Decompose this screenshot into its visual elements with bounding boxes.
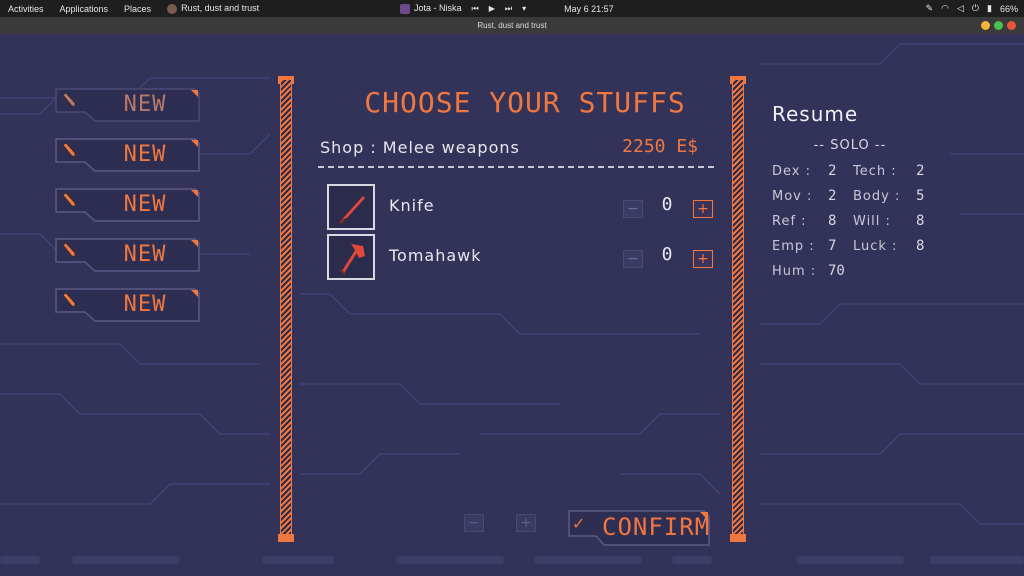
slot-label: NEW	[123, 242, 167, 267]
stat-value-tech: 2	[916, 163, 925, 179]
character-slot-2[interactable]: NEW	[55, 138, 200, 172]
resume-heading: Resume	[772, 102, 859, 126]
stat-label-body: Body :	[853, 189, 901, 204]
stat-value-will: 8	[916, 213, 925, 229]
pencil-icon	[62, 142, 76, 157]
right-striped-pillar	[732, 80, 744, 538]
shop-item-tomahawk: Tomahawk − 0 +	[327, 234, 719, 280]
page-decrease-button[interactable]: −	[464, 514, 484, 532]
stat-value-body: 5	[916, 188, 925, 204]
stat-value-ref: 8	[828, 213, 837, 229]
bottom-decor-strips	[0, 556, 1024, 564]
clock[interactable]: May 6 21:57	[564, 4, 614, 14]
battery-icon: ▮	[987, 3, 992, 13]
stat-value-hum: 70	[828, 263, 845, 279]
system-top-bar: Activities Applications Places Rust, dus…	[0, 0, 1024, 17]
tomahawk-icon	[340, 244, 365, 275]
pen-icon[interactable]: ✎	[926, 3, 934, 14]
item-icon-box	[327, 184, 375, 230]
checkmark-icon: ✓	[572, 514, 586, 533]
power-icon[interactable]: ⏻	[972, 3, 979, 14]
page-increase-button[interactable]: +	[516, 514, 536, 532]
media-title: Jota - Niska	[414, 3, 462, 14]
item-quantity: 0	[661, 194, 673, 215]
volume-icon[interactable]: ◁	[957, 3, 964, 14]
right-pillar-bottom-cap	[730, 534, 746, 542]
pencil-icon	[62, 242, 76, 257]
close-button[interactable]	[1007, 21, 1016, 30]
play-icon[interactable]: ▶	[489, 4, 495, 13]
increase-quantity-button[interactable]: +	[693, 250, 713, 268]
pencil-icon	[62, 292, 76, 307]
stat-value-luck: 8	[916, 238, 925, 254]
left-striped-pillar	[280, 80, 292, 538]
slot-label: NEW	[123, 92, 167, 117]
minimize-button[interactable]	[981, 21, 990, 30]
app-icon	[167, 3, 178, 14]
stat-value-mov: 2	[828, 188, 837, 204]
decrease-quantity-button[interactable]: −	[623, 200, 643, 218]
shop-item-knife: Knife − 0 +	[327, 184, 719, 230]
maximize-button[interactable]	[994, 21, 1003, 30]
stat-value-emp: 7	[828, 238, 837, 254]
battery-level: 66%	[999, 3, 1018, 14]
shop-category: Shop : Melee weapons	[320, 138, 520, 157]
stat-value-dex: 2	[828, 163, 837, 179]
character-slot-4[interactable]: NEW	[55, 238, 200, 272]
next-track-icon[interactable]: ⏭	[505, 4, 512, 14]
item-icon-box	[327, 234, 375, 280]
places-menu[interactable]: Places	[116, 4, 159, 14]
stat-label-hum: Hum :	[772, 264, 817, 279]
character-role: -- SOLO --	[813, 138, 887, 153]
increase-quantity-button[interactable]: +	[693, 200, 713, 218]
divider	[318, 166, 714, 168]
window-title: Rust, dust and trust	[477, 21, 547, 30]
applications-menu[interactable]: Applications	[52, 4, 117, 14]
window-title-bar: Rust, dust and trust	[0, 17, 1024, 34]
stat-label-tech: Tech :	[853, 164, 897, 179]
slot-label: NEW	[123, 192, 167, 217]
stat-label-ref: Ref :	[772, 214, 807, 229]
player-money: 2250 E$	[622, 136, 698, 157]
pencil-icon	[62, 92, 76, 107]
character-slot-3[interactable]: NEW	[55, 188, 200, 222]
decrease-quantity-button[interactable]: −	[623, 250, 643, 268]
slot-label: NEW	[123, 142, 167, 167]
stat-label-dex: Dex :	[772, 164, 811, 179]
item-quantity: 0	[661, 244, 673, 265]
confirm-button[interactable]: ✓ CONFIRM	[568, 510, 710, 546]
character-slot-5[interactable]: NEW	[55, 288, 200, 322]
item-name: Knife	[389, 196, 435, 215]
stat-label-emp: Emp :	[772, 239, 815, 254]
confirm-label: CONFIRM	[602, 513, 711, 541]
music-icon	[400, 3, 410, 14]
knife-icon	[339, 196, 365, 224]
shop-heading: CHOOSE YOUR STUFFS	[364, 86, 686, 119]
wifi-icon[interactable]: ◠	[941, 3, 949, 14]
stat-label-will: Will :	[853, 214, 891, 229]
pencil-icon	[62, 192, 76, 207]
left-pillar-bottom-cap	[278, 534, 294, 542]
focused-app-label: Rust, dust and trust	[181, 3, 260, 14]
game-viewport: NEW NEW NEW NEW NEW CHOOSE YOUR STUFFS S…	[0, 34, 1024, 576]
media-player[interactable]: Jota - Niska	[400, 3, 462, 14]
character-slot-1[interactable]: NEW	[55, 88, 200, 122]
slot-label: NEW	[123, 292, 167, 317]
media-menu-chevron-icon[interactable]: ▾	[522, 4, 526, 13]
item-name: Tomahawk	[389, 246, 482, 265]
stat-label-mov: Mov :	[772, 189, 813, 204]
previous-track-icon[interactable]: ⏮	[472, 4, 479, 14]
activities-button[interactable]: Activities	[0, 4, 52, 14]
stat-label-luck: Luck :	[853, 239, 898, 254]
focused-app-menu[interactable]: Rust, dust and trust	[159, 3, 267, 14]
